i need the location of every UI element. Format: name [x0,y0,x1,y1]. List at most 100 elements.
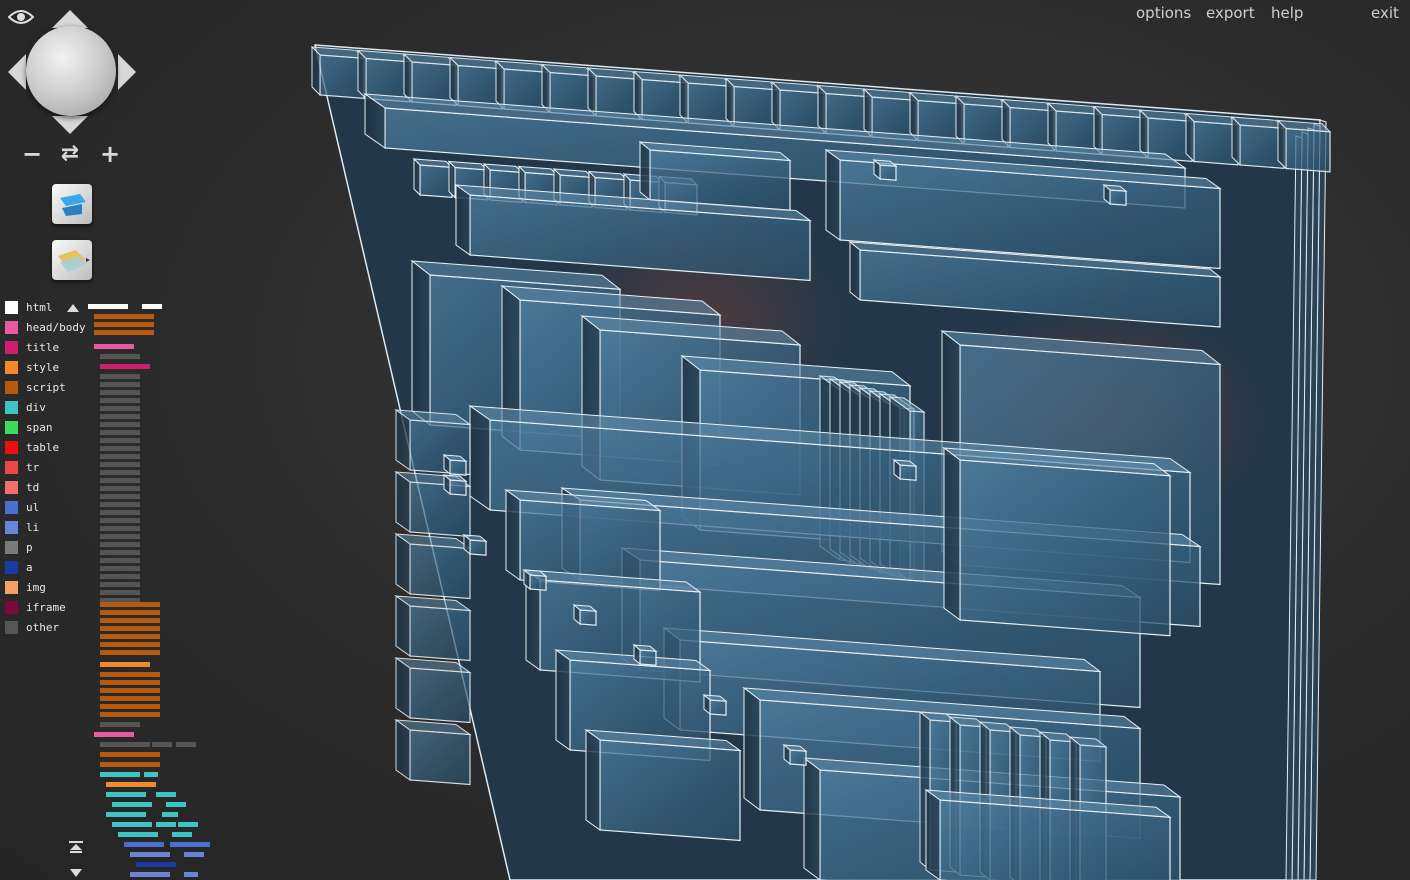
structure-node-script[interactable] [100,634,160,639]
dom-stack-render[interactable] [220,0,1410,880]
structure-node-other[interactable] [100,574,140,579]
rotate-left-arrow-icon[interactable] [8,54,26,90]
structure-node-html[interactable] [88,304,128,309]
legend-item-title[interactable]: title [4,340,90,356]
structure-node-script[interactable] [100,650,160,655]
legend-item-head-body[interactable]: head/body [4,320,90,336]
structure-node-script[interactable] [100,642,160,647]
structure-node-a[interactable] [136,862,176,867]
structure-node-script[interactable] [100,610,160,615]
structure-node-other[interactable] [100,446,140,451]
structure-node-other[interactable] [100,534,140,539]
structure-node-script[interactable] [100,712,160,717]
structure-node-other[interactable] [100,390,140,395]
structure-node-div[interactable] [156,792,176,797]
structure-node-other[interactable] [100,722,140,727]
structure-node-div[interactable] [144,772,158,777]
structure-node-script[interactable] [100,704,160,709]
scroll-down-icon[interactable] [68,868,84,878]
legend-item-table[interactable]: table [4,440,90,456]
structure-node-div[interactable] [112,822,152,827]
structure-node-other[interactable] [100,454,140,459]
structure-node-script[interactable] [94,314,154,319]
structure-node-other[interactable] [100,526,140,531]
structure-node-other[interactable] [152,742,172,747]
structure-node-title[interactable] [100,364,150,369]
legend-item-iframe[interactable]: iframe [4,600,90,616]
structure-node-other[interactable] [100,502,140,507]
zoom-in-button[interactable]: + [98,142,122,168]
structure-node-div[interactable] [166,802,186,807]
legend-item-img[interactable]: img [4,580,90,596]
structure-node-other[interactable] [100,550,140,555]
orbit-ball[interactable] [26,26,116,116]
legend-item-tr[interactable]: tr [4,460,90,476]
legend-item-script[interactable]: script [4,380,90,396]
structure-node-other[interactable] [100,494,140,499]
structure-node-other[interactable] [100,430,140,435]
structure-node-script[interactable] [100,680,160,685]
structure-node-other[interactable] [100,542,140,547]
structure-node-other[interactable] [100,398,140,403]
structure-node-style[interactable] [106,782,156,787]
structure-node-li[interactable] [184,872,198,877]
structure-node-div[interactable] [100,772,140,777]
structure-node-style[interactable] [100,662,150,667]
structure-node-script[interactable] [100,602,160,607]
structure-node-other[interactable] [100,558,140,563]
structure-node-script[interactable] [94,330,154,335]
structure-node-li[interactable] [130,852,170,857]
structure-node-html[interactable] [142,304,162,309]
structure-node-div[interactable] [106,812,146,817]
wireframe-mode-button[interactable] [52,184,92,224]
structure-node-other[interactable] [100,510,140,515]
structure-node-div[interactable] [156,822,176,827]
structure-node-div[interactable] [178,822,198,827]
structure-node-other[interactable] [176,742,196,747]
structure-node-head-body[interactable] [94,732,134,737]
structure-node-other[interactable] [100,566,140,571]
structure-node-other[interactable] [100,486,140,491]
structure-node-other[interactable] [100,470,140,475]
structure-node-div[interactable] [106,792,146,797]
collapse-top-icon[interactable] [68,840,84,854]
dom-structure-minimap[interactable] [67,300,216,880]
structure-node-li[interactable] [130,872,170,877]
eye-icon[interactable] [8,8,34,26]
structure-node-other[interactable] [100,438,140,443]
structure-node-div[interactable] [162,812,178,817]
texture-mode-button[interactable] [52,240,92,280]
legend-item-ul[interactable]: ul [4,500,90,516]
structure-node-div[interactable] [118,832,158,837]
structure-node-script[interactable] [100,618,160,623]
structure-node-script[interactable] [100,672,160,677]
structure-node-script[interactable] [100,752,160,757]
rotate-right-arrow-icon[interactable] [118,54,136,90]
structure-node-head-body[interactable] [94,344,134,349]
structure-node-other[interactable] [100,422,140,427]
legend-item-span[interactable]: span [4,420,90,436]
structure-node-other[interactable] [100,354,140,359]
structure-node-other[interactable] [100,462,140,467]
legend-item-li[interactable]: li [4,520,90,536]
structure-node-div[interactable] [112,802,152,807]
structure-node-other[interactable] [100,414,140,419]
structure-node-script[interactable] [100,626,160,631]
legend-item-p[interactable]: p [4,540,90,556]
rotate-down-arrow-icon[interactable] [52,116,88,134]
structure-node-other[interactable] [100,518,140,523]
structure-node-other[interactable] [100,374,140,379]
structure-node-other[interactable] [100,590,140,595]
structure-node-div[interactable] [172,832,192,837]
zoom-out-button[interactable]: − [20,142,44,168]
structure-node-ul[interactable] [124,842,164,847]
structure-node-other[interactable] [100,478,140,483]
structure-node-script[interactable] [100,696,160,701]
structure-node-ul[interactable] [170,842,210,847]
scroll-up-icon[interactable] [66,303,80,313]
structure-node-li[interactable] [184,852,204,857]
structure-node-script[interactable] [100,688,160,693]
structure-node-other[interactable] [100,582,140,587]
legend-item-style[interactable]: style [4,360,90,376]
legend-item-a[interactable]: a [4,560,90,576]
